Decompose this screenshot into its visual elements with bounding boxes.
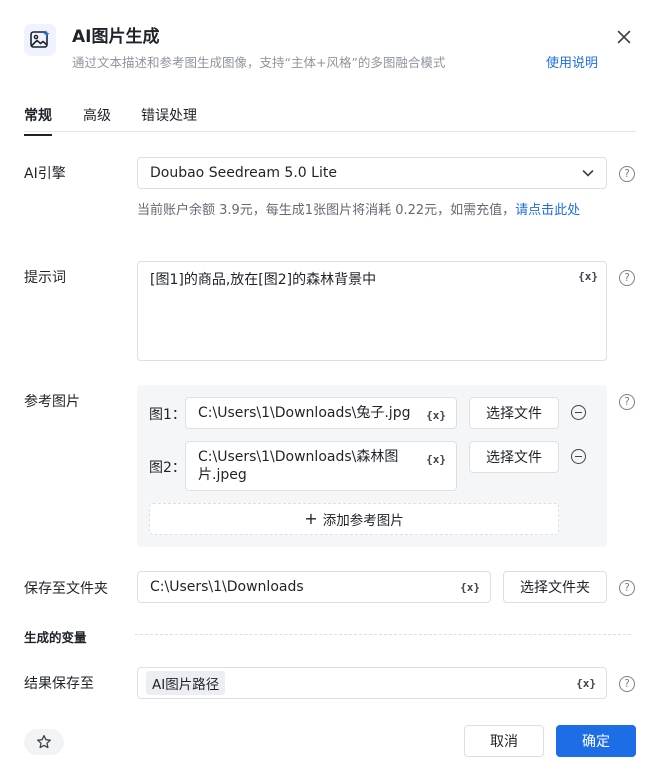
confirm-button[interactable]: 确定 (556, 725, 636, 757)
usage-guide-link[interactable]: 使用说明 (546, 52, 598, 71)
recharge-link[interactable]: 请点击此处 (515, 203, 580, 218)
result-help-icon[interactable]: ? (619, 676, 635, 692)
ref-image-2-path-input[interactable]: C:\Users\1\Downloads\森林图片.jpeg {x} (185, 441, 457, 491)
close-icon (617, 30, 631, 44)
prompt-text: [图1]的商品,放在[图2]的森林背景中 (150, 272, 377, 288)
balance-notice: 当前账户余额 3.9元，每生成1张图片将消耗 0.22元，如需充值，请点击此处 (137, 201, 607, 220)
ref-image-1-path-input[interactable]: C:\Users\1\Downloads\兔子.jpg {x} (185, 397, 457, 429)
remove-image-1-icon[interactable] (571, 405, 586, 420)
engine-select[interactable]: Doubao Seedream 5.0 Lite (137, 157, 607, 189)
reference-label: 参考图片 (24, 394, 80, 410)
save-folder-label: 保存至文件夹 (24, 581, 108, 597)
reference-help-icon[interactable]: ? (619, 394, 635, 410)
cancel-button[interactable]: 取消 (464, 725, 544, 757)
engine-help-icon[interactable]: ? (619, 166, 635, 182)
favorite-button[interactable] (24, 729, 64, 755)
ai-image-app-icon (24, 24, 56, 56)
insert-variable-icon[interactable]: {x} (460, 581, 480, 594)
prompt-help-icon[interactable]: ? (619, 270, 635, 286)
section-divider (135, 634, 631, 635)
insert-variable-icon[interactable]: {x} (576, 677, 596, 690)
result-variable-input[interactable]: AI图片路径 {x} (137, 667, 607, 699)
prompt-textarea[interactable]: [图1]的商品,放在[图2]的森林背景中 {x} (137, 261, 607, 361)
result-variable-tag: AI图片路径 (146, 671, 226, 695)
balance-text: 当前账户余额 3.9元，每生成1张图片将消耗 0.22元，如需充值， (137, 203, 516, 218)
dialog-title: AI图片生成 (72, 27, 160, 47)
ref-image-1-choose-file-button[interactable]: 选择文件 (469, 397, 559, 429)
plus-icon: + (304, 509, 318, 528)
insert-variable-icon[interactable]: {x} (426, 407, 446, 425)
ref-image-2-label: 图2： (149, 460, 186, 476)
add-reference-image-label: 添加参考图片 (322, 513, 404, 529)
reference-panel: 图1： C:\Users\1\Downloads\兔子.jpg {x} 选择文件… (137, 385, 607, 547)
insert-variable-icon[interactable]: {x} (578, 270, 598, 283)
ref-image-2-path: C:\Users\1\Downloads\森林图片.jpeg (198, 449, 399, 483)
choose-folder-button[interactable]: 选择文件夹 (503, 571, 607, 603)
generated-variables-title: 生成的变量 (24, 630, 87, 645)
ref-image-2-choose-file-button[interactable]: 选择文件 (469, 441, 559, 473)
engine-label: AI引擎 (24, 166, 66, 182)
save-folder-input[interactable]: C:\Users\1\Downloads {x} (137, 571, 491, 603)
save-folder-help-icon[interactable]: ? (619, 580, 635, 596)
tab-divider (24, 131, 636, 132)
prompt-label: 提示词 (24, 270, 66, 286)
chevron-down-icon (582, 170, 594, 177)
ref-image-1-label: 图1： (149, 407, 186, 423)
save-folder-path: C:\Users\1\Downloads (150, 579, 304, 595)
star-icon (37, 734, 51, 749)
remove-image-2-icon[interactable] (571, 449, 586, 464)
ref-image-1-path: C:\Users\1\Downloads\兔子.jpg (198, 405, 411, 421)
engine-select-value: Doubao Seedream 5.0 Lite (150, 165, 337, 181)
dialog-subtitle: 通过文本描述和参考图生成图像，支持“主体+风格”的多图融合模式 (72, 55, 446, 70)
insert-variable-icon[interactable]: {x} (426, 451, 446, 469)
close-button[interactable] (612, 25, 636, 49)
result-save-label: 结果保存至 (24, 676, 94, 692)
add-reference-image-button[interactable]: + 添加参考图片 (149, 503, 559, 535)
